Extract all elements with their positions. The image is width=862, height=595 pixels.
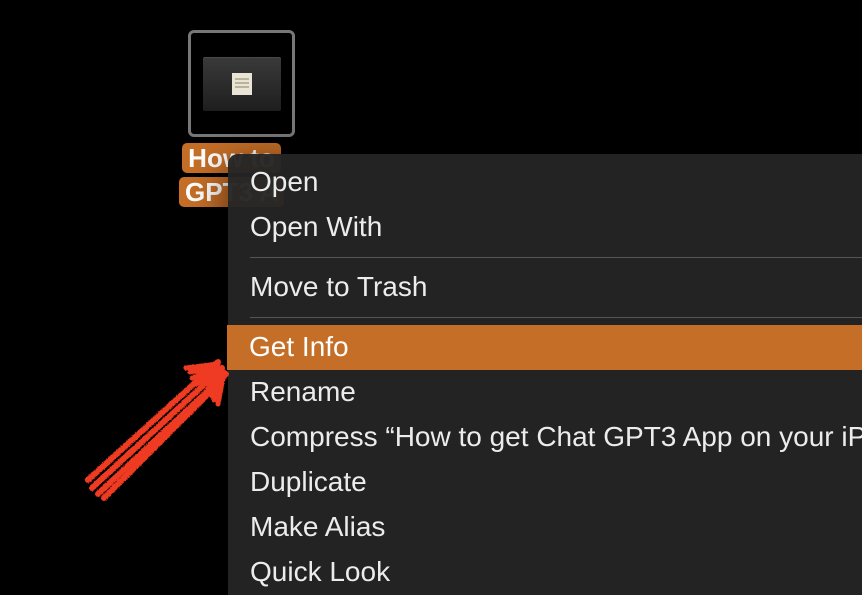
menu-open[interactable]: Open [228,160,862,205]
menu-quick-look[interactable]: Quick Look [228,550,862,595]
menu-compress[interactable]: Compress “How to get Chat GPT3 App on yo… [228,415,862,460]
menu-make-alias[interactable]: Make Alias [228,505,862,550]
thumbnail-doc-icon [232,73,252,95]
file-thumbnail[interactable] [188,30,295,137]
menu-separator [250,317,862,318]
menu-duplicate[interactable]: Duplicate [228,460,862,505]
menu-rename[interactable]: Rename [228,370,862,415]
context-menu: Open Open With Move to Trash Get Info Re… [228,154,862,595]
menu-get-info[interactable]: Get Info [227,325,862,370]
menu-separator [250,257,862,258]
video-thumbnail [203,57,281,111]
menu-open-with[interactable]: Open With [228,205,862,250]
menu-move-to-trash[interactable]: Move to Trash [228,265,862,310]
